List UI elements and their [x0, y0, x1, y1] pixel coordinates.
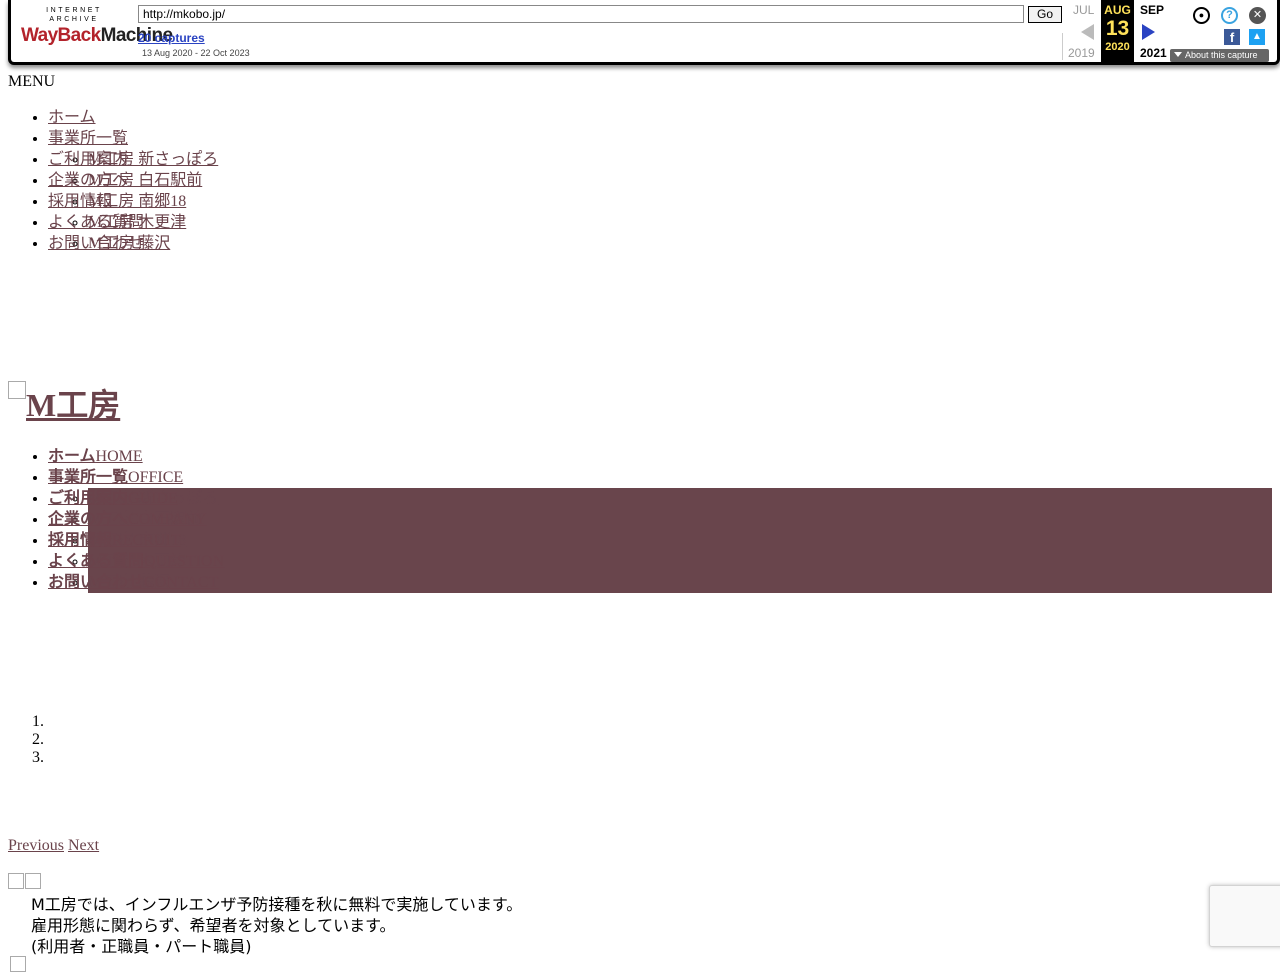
broken-image-icon — [8, 381, 26, 399]
nav2-jp: ホーム — [48, 448, 96, 465]
nav2-item-contact: お問い合わせCONTACT — [48, 572, 224, 593]
current-year: 2020 — [1105, 41, 1130, 53]
nav2-en: GUIDE — [128, 490, 178, 507]
nav2-item-recruit: 採用情報RECRUIT — [48, 530, 224, 551]
nav-item-home: ホーム — [48, 107, 218, 128]
nav2-item-office: 事業所一覧OFFICE M工房 新さっぽろ M工房 白石駅前 M工房 南郷18 … — [48, 467, 224, 591]
broken-image-icon — [25, 873, 41, 889]
menu-toggle[interactable]: MENU — [8, 73, 55, 91]
nav2-jp: 採用情報 — [48, 532, 113, 549]
nav2-jp: お問い合わせ — [48, 574, 145, 591]
notice-line-3: (利用者・正職員・パート職員) — [31, 937, 252, 956]
nav-link-offices[interactable]: 事業所一覧 — [48, 130, 128, 147]
nav2-jp: よくある質問 — [48, 553, 145, 570]
user-icon[interactable]: ● — [1193, 7, 1210, 24]
logo-text-wayback: WayBack — [21, 25, 101, 46]
nav2-link-guide[interactable]: ご利用案内GUIDE — [48, 490, 178, 507]
flu-vaccine-notice: M工房では、インフルエンザ予防接種を秋に無料で実施しています。 雇用形態に関わら… — [31, 894, 522, 957]
nav2-jp: ご利用案内 — [48, 490, 129, 507]
go-button[interactable]: Go — [1028, 6, 1062, 23]
broken-image-icon — [10, 956, 26, 972]
nav2-en: OFFICE — [128, 469, 184, 486]
twitter-icon[interactable]: ▲ — [1249, 29, 1265, 45]
nav-item-contact: お問い合わせ — [48, 233, 218, 254]
office-dropdown-panel — [88, 488, 1272, 593]
slider-previous-link[interactable]: Previous — [8, 837, 64, 854]
nav2-link-contact[interactable]: お問い合わせCONTACT — [48, 574, 218, 591]
nav2-item-question: よくある質問QUESTION — [48, 551, 224, 572]
next-month[interactable]: SEP — [1140, 3, 1164, 17]
slider-indicators — [32, 713, 48, 767]
broken-image-icon — [8, 873, 24, 889]
nav2-en: CONTACT — [144, 574, 219, 591]
prev-year[interactable]: 2019 — [1068, 46, 1095, 60]
nav-item-faq: よくある質問 — [48, 212, 218, 233]
nav2-link-home[interactable]: ホームHOME — [48, 448, 143, 465]
recaptcha-badge[interactable] — [1209, 885, 1280, 947]
nav2-link-company[interactable]: 企業の方へCOMPANY — [48, 511, 207, 528]
prev-capture-arrow-icon[interactable] — [1081, 24, 1094, 40]
divider — [1062, 33, 1063, 60]
notice-line-1: M工房では、インフルエンザ予防接種を秋に無料で実施しています。 — [31, 895, 523, 914]
nav-link-home[interactable]: ホーム — [48, 109, 96, 126]
nav2-item-company: 企業の方へCOMPANY — [48, 509, 224, 530]
logo-wayback-machine: WayBackMachine — [21, 24, 173, 48]
prev-month[interactable]: JUL — [1073, 3, 1094, 17]
site-logo: M工房 — [8, 380, 120, 426]
capture-range: 13 Aug 2020 - 22 Oct 2023 — [142, 48, 250, 58]
help-icon[interactable]: ? — [1221, 7, 1238, 24]
nav2-jp: 事業所一覧 — [48, 469, 129, 486]
nav-link-guide[interactable]: ご利用案内 — [48, 151, 128, 168]
next-capture-arrow-icon[interactable] — [1142, 24, 1155, 40]
banner-images — [8, 873, 42, 891]
mobile-nav: ホーム 事業所一覧 M工房 新さっぽろ M工房 白石駅前 M工房 南郷18 M工… — [48, 107, 218, 254]
close-icon[interactable]: ✕ — [1249, 7, 1266, 24]
nav2-item-home: ホームHOME — [48, 446, 224, 467]
next-year[interactable]: 2021 — [1140, 46, 1167, 60]
caret-down-icon — [1174, 52, 1182, 57]
nav-item-offices: 事業所一覧 M工房 新さっぽろ M工房 白石駅前 M工房 南郷18 M工房 木更… — [48, 128, 218, 252]
nav2-link-recruit[interactable]: 採用情報RECRUIT — [48, 532, 180, 549]
main-nav: ホームHOME 事業所一覧OFFICE M工房 新さっぽろ M工房 白石駅前 M… — [48, 446, 224, 593]
logo-internet-archive: INTERNET ARCHIVE — [46, 7, 102, 23]
nav-link-recruit[interactable]: 採用情報 — [48, 193, 112, 210]
nav2-en: HOME — [95, 448, 143, 465]
slider-next-link[interactable]: Next — [68, 837, 99, 854]
current-day: 13 — [1105, 17, 1130, 40]
logo-alt-text: M工房 — [26, 387, 121, 423]
current-month: AUG — [1104, 3, 1131, 17]
nav-link-company[interactable]: 企業の方へ — [48, 172, 128, 189]
nav2-link-office[interactable]: 事業所一覧OFFICE — [48, 469, 183, 486]
about-capture-button[interactable]: About this capture — [1170, 49, 1269, 62]
slider-controls: Previous Next — [8, 837, 99, 855]
url-input[interactable] — [138, 5, 1024, 23]
wayback-logo[interactable]: INTERNET ARCHIVE WayBackMachine — [21, 6, 173, 48]
current-capture-date: AUG 13 2020 — [1101, 0, 1134, 62]
captures-link[interactable]: 20 captures — [138, 31, 205, 45]
nav-link-faq[interactable]: よくある質問 — [48, 214, 144, 231]
nav2-en: RECRUIT — [112, 532, 181, 549]
notice-line-2: 雇用形態に関わらず、希望者を対象としています。 — [31, 916, 396, 935]
logo-link[interactable]: M工房 — [8, 381, 121, 423]
nav2-en: COMPANY — [128, 511, 207, 528]
facebook-icon[interactable]: f — [1224, 29, 1240, 45]
nav2-jp: 企業の方へ — [48, 511, 129, 528]
nav2-en: QUESTION — [144, 553, 225, 570]
wayback-toolbar: INTERNET ARCHIVE WayBackMachine Go 20 ca… — [8, 0, 1280, 65]
nav2-link-question[interactable]: よくある質問QUESTION — [48, 553, 224, 570]
nav-link-contact[interactable]: お問い合わせ — [48, 235, 144, 252]
about-capture-label: About this capture — [1185, 50, 1258, 60]
